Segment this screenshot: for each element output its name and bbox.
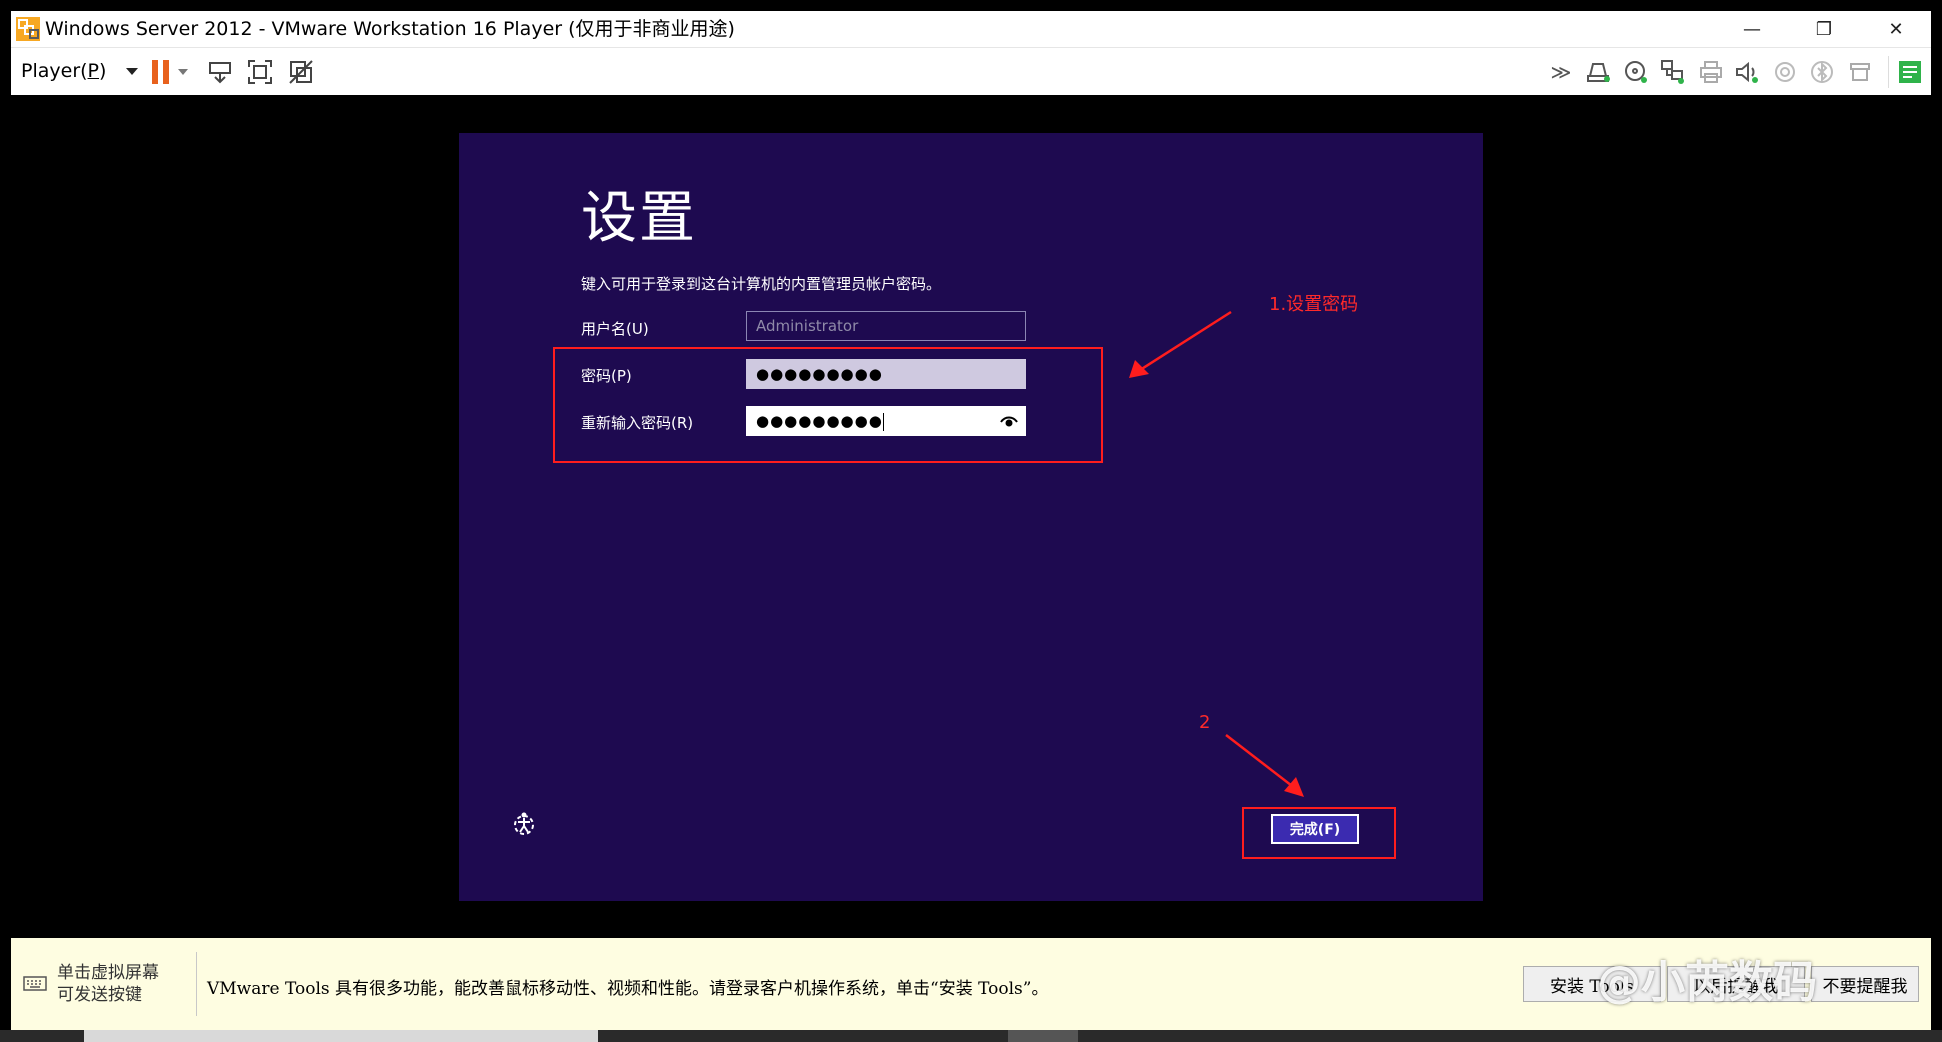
- taskbar-segment: [1008, 1030, 1078, 1042]
- player-menu-hotkey: P: [87, 60, 100, 82]
- cd-dvd-icon[interactable]: [1622, 58, 1650, 86]
- username-label: 用户名(U): [581, 320, 649, 338]
- pause-dropdown-icon[interactable]: [175, 58, 191, 86]
- minimize-button[interactable]: —: [1716, 11, 1788, 47]
- taskbar-segment: [84, 1030, 598, 1042]
- window-title: Windows Server 2012 - VMware Workstation…: [45, 18, 735, 40]
- player-menu[interactable]: Player(P): [21, 57, 139, 85]
- guest-screen[interactable]: 设置 键入可用于登录到这台计算机的内置管理员帐户密码。 用户名(U) Admin…: [459, 133, 1483, 901]
- player-toolbar: Player(P) ≫: [11, 47, 1931, 95]
- message-icon[interactable]: [1896, 58, 1924, 86]
- annotation-arrow-1: [1129, 310, 1232, 378]
- never-remind-button[interactable]: 不要提醒我: [1811, 966, 1919, 1002]
- fit-guest-icon[interactable]: [246, 58, 274, 86]
- page-title: 设置: [581, 186, 697, 251]
- player-menu-label: Player(: [21, 60, 88, 82]
- toolbar-divider: [1888, 56, 1889, 88]
- devices-more-icon[interactable]: ≫: [1547, 58, 1575, 86]
- send-ctrl-alt-del-icon[interactable]: [206, 58, 234, 86]
- pause-icon[interactable]: [147, 58, 175, 86]
- click-screen-hint: 单击虚拟屏幕 可发送按键: [57, 962, 159, 1006]
- setup-description: 键入可用于登录到这台计算机的内置管理员帐户密码。: [581, 275, 942, 293]
- network-icon[interactable]: [1659, 58, 1687, 86]
- close-button[interactable]: ✕: [1860, 11, 1932, 47]
- annotation-arrow-2: [1225, 734, 1304, 797]
- chevron-down-icon: [126, 68, 139, 75]
- player-menu-close: ): [99, 60, 107, 82]
- title-bar: Windows Server 2012 - VMware Workstation…: [11, 11, 1931, 47]
- usb-icon[interactable]: [1846, 58, 1874, 86]
- hint-line-2: 可发送按键: [57, 985, 142, 1005]
- finish-button[interactable]: 完成(F): [1271, 814, 1359, 844]
- vmware-app-icon: [16, 17, 40, 41]
- annotation-step1: 1.设置密码: [1269, 294, 1359, 315]
- camera-icon[interactable]: [1771, 58, 1799, 86]
- username-field[interactable]: Administrator: [746, 311, 1026, 341]
- printer-icon[interactable]: [1697, 58, 1725, 86]
- tools-message: VMware Tools 具有很多功能，能改善鼠标移动性、视频和性能。请登录客户…: [207, 979, 1049, 999]
- unity-icon[interactable]: [287, 58, 315, 86]
- bluetooth-icon[interactable]: [1808, 58, 1836, 86]
- ease-of-access-icon[interactable]: [511, 811, 537, 837]
- taskbar-strip: [0, 1030, 1942, 1042]
- annotation-step2: 2: [1199, 712, 1211, 733]
- sound-icon[interactable]: [1733, 58, 1761, 86]
- notify-divider: [196, 952, 197, 1016]
- hdd-icon[interactable]: [1584, 58, 1612, 86]
- restore-button[interactable]: ❐: [1788, 11, 1860, 47]
- annotation-box-password: [553, 347, 1103, 463]
- keyboard-icon: [23, 976, 47, 991]
- watermark-text: @小芮数码: [1597, 957, 1817, 1008]
- hint-line-1: 单击虚拟屏幕: [57, 963, 159, 983]
